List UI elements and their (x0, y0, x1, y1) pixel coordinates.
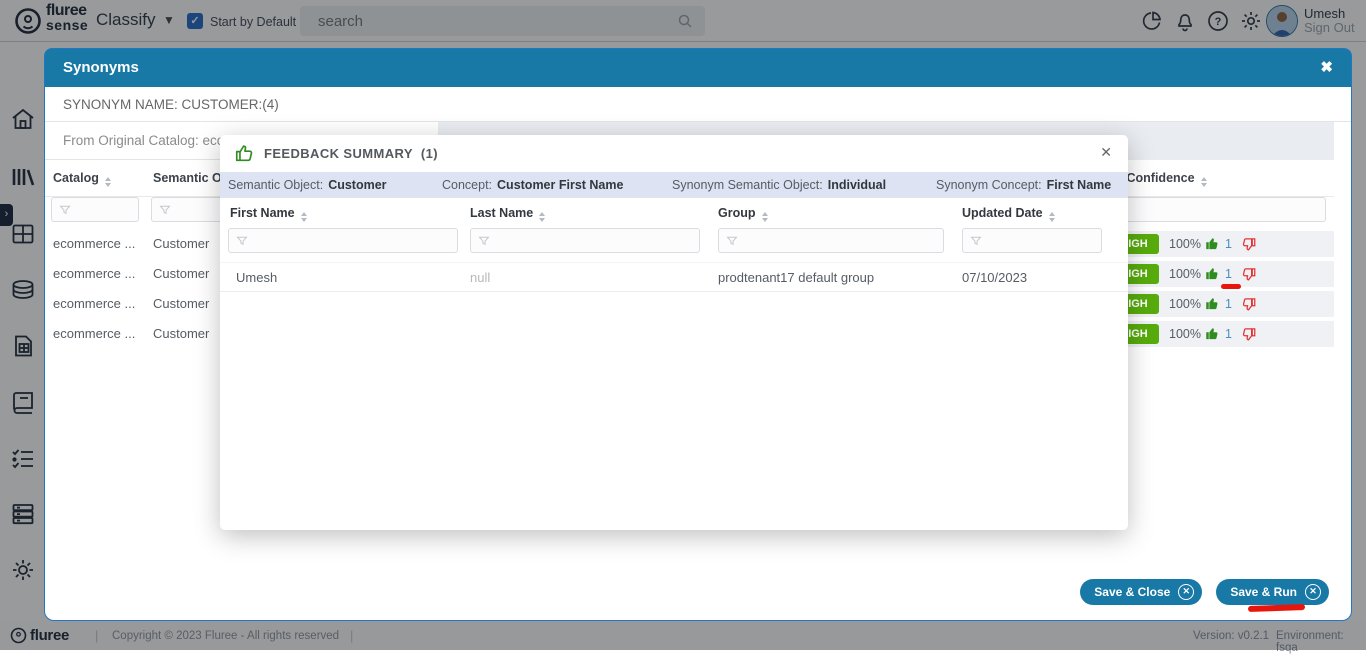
catalog-cell: ecommerce ... (53, 326, 135, 341)
synonym-name-text: SYNONYM NAME: CUSTOMER:(4) (63, 97, 279, 112)
thumbs-down-icon[interactable] (1241, 327, 1256, 342)
sort-icon[interactable] (301, 212, 307, 222)
meta-synonym-concept: Synonym Concept:First Name (936, 178, 1111, 192)
confidence-percent: 100% (1169, 297, 1201, 311)
updated-date-cell: 07/10/2023 (962, 270, 1027, 285)
thumbs-up-icon[interactable] (1205, 296, 1220, 311)
feedback-modal-title: FEEDBACK SUMMARY(1) (264, 146, 438, 161)
last-name-filter-field[interactable] (490, 234, 623, 248)
save-close-label: Save & Close (1094, 585, 1170, 599)
first-name-filter-field[interactable] (248, 234, 381, 248)
synonym-name-row: SYNONYM NAME: CUSTOMER:(4) (45, 87, 1351, 122)
sort-icon[interactable] (762, 212, 768, 222)
meta-synonym-semantic-object: Synonym Semantic Object:Individual (672, 178, 886, 192)
red-underline-annotation (1221, 284, 1241, 289)
thumbs-up-count[interactable]: 1 (1225, 267, 1232, 281)
sort-icon[interactable] (539, 212, 545, 222)
save-run-button[interactable]: Save & Run ✕ (1216, 579, 1329, 605)
synonyms-close-icon[interactable]: ✖ (1320, 58, 1333, 76)
catalog-cell: ecommerce ... (53, 296, 135, 311)
thumbs-up-icon (234, 142, 256, 164)
updated-date-column-header: Updated Date (962, 206, 1055, 222)
first-name-cell: Umesh (236, 270, 277, 285)
sort-icon[interactable] (1049, 212, 1055, 222)
semantic-object-cell: Customer (153, 296, 209, 311)
catalog-column-header: Catalog (53, 171, 111, 187)
meta-semantic-object: Semantic Object:Customer (228, 178, 387, 192)
thumbs-up-icon[interactable] (1205, 236, 1220, 251)
feedback-table-row: Umesh null prodtenant17 default group 07… (220, 262, 1128, 292)
close-x-icon[interactable]: ✕ (1305, 584, 1321, 600)
updated-date-filter-input[interactable] (962, 228, 1102, 253)
catalog-filter-field[interactable] (71, 203, 118, 217)
group-cell: prodtenant17 default group (718, 270, 874, 285)
thumbs-down-icon[interactable] (1241, 297, 1256, 312)
feedback-modal-header: FEEDBACK SUMMARY(1) ✕ (220, 135, 1128, 172)
save-close-button[interactable]: Save & Close ✕ (1080, 579, 1202, 605)
close-x-icon[interactable]: ✕ (1178, 584, 1194, 600)
confidence-percent: 100% (1169, 327, 1201, 341)
feedback-meta-bar: Semantic Object:Customer Concept:Custome… (220, 172, 1128, 198)
meta-concept: Concept:Customer First Name (442, 178, 623, 192)
semantic-object-cell: Customer (153, 236, 209, 251)
semantic-object-cell: Customer (153, 266, 209, 281)
feedback-count: (1) (421, 146, 438, 161)
group-column-header: Group (718, 206, 768, 222)
feedback-filter-row (220, 228, 1128, 260)
first-name-column-header: First Name (230, 206, 307, 222)
semantic-object-cell: Customer (153, 326, 209, 341)
semantic-object-filter-field[interactable] (171, 203, 218, 217)
feedback-summary-modal: FEEDBACK SUMMARY(1) ✕ Semantic Object:Cu… (220, 135, 1128, 530)
group-filter-input[interactable] (718, 228, 944, 253)
feedback-table-header: First Name Last Name Group Updated Date (220, 198, 1128, 228)
confidence-percent: 100% (1169, 267, 1201, 281)
sort-icon[interactable] (1201, 177, 1207, 187)
catalog-cell: ecommerce ... (53, 236, 135, 251)
confidence-percent: 100% (1169, 237, 1201, 251)
last-name-cell: null (470, 270, 490, 285)
updated-date-filter-field[interactable] (982, 234, 1061, 248)
thumbs-up-count[interactable]: 1 (1225, 327, 1232, 341)
synonyms-modal-header: Synonyms ✖ (45, 49, 1351, 87)
thumbs-down-icon[interactable] (1241, 267, 1256, 282)
thumbs-down-icon[interactable] (1241, 237, 1256, 252)
group-filter-field[interactable] (738, 234, 868, 248)
thumbs-up-icon[interactable] (1205, 326, 1220, 341)
thumbs-up-count[interactable]: 1 (1225, 297, 1232, 311)
thumbs-up-count[interactable]: 1 (1225, 237, 1232, 251)
catalog-cell: ecommerce ... (53, 266, 135, 281)
sort-icon[interactable] (105, 177, 111, 187)
last-name-column-header: Last Name (470, 206, 545, 222)
save-run-label: Save & Run (1230, 585, 1297, 599)
thumbs-up-icon[interactable] (1205, 266, 1220, 281)
catalog-filter-input[interactable] (51, 197, 139, 222)
modal-footer-buttons: Save & Close ✕ Save & Run ✕ (1080, 579, 1329, 605)
synonyms-modal-title: Synonyms (63, 59, 139, 76)
first-name-filter-input[interactable] (228, 228, 458, 253)
last-name-filter-input[interactable] (470, 228, 700, 253)
feedback-close-icon[interactable]: ✕ (1100, 144, 1112, 161)
